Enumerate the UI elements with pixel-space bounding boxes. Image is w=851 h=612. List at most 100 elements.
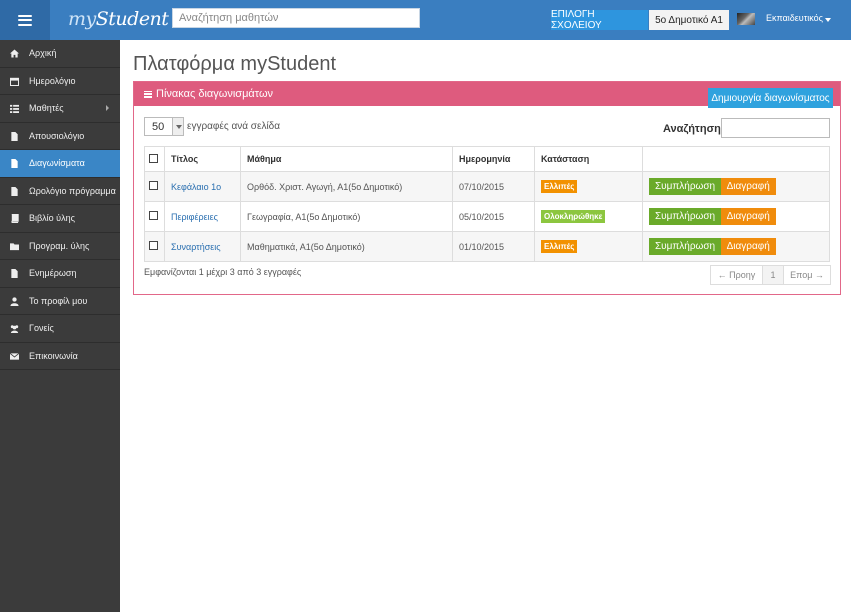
complete-button[interactable]: Συμπλήρωση <box>649 238 722 255</box>
page-length-value: 50 <box>152 120 165 133</box>
row-actions: Συμπλήρωση Διαγραφή <box>642 231 830 262</box>
column-header-status[interactable]: Κατάσταση <box>534 146 643 172</box>
delete-button[interactable]: Διαγραφή <box>720 208 776 225</box>
class-selector-button[interactable]: 5ο Δημοτικό Α1 <box>649 10 729 30</box>
sidebar-item-label: Μαθητές <box>29 103 64 114</box>
column-header-title[interactable]: Τίτλος <box>164 146 241 172</box>
pagination-page-1[interactable]: 1 <box>763 266 784 284</box>
pagination-next-button[interactable]: Επομ → <box>784 266 830 284</box>
list-icon <box>10 104 19 113</box>
hamburger-icon <box>18 14 32 26</box>
sidebar-item-absences[interactable]: Απουσιολόγιο <box>0 123 120 150</box>
sidebar: Αρχική Ημερολόγιο Μαθητές Απουσιολόγιο Δ… <box>0 40 120 612</box>
table-row: Συναρτήσεις Μαθηματικά, Α1(5ο Δημοτικό) … <box>144 231 830 262</box>
pagination-prev-button[interactable]: ← Προηγ <box>711 266 763 284</box>
column-header-date[interactable]: Ημερομηνία <box>452 146 535 172</box>
row-date: 01/10/2015 <box>452 231 535 262</box>
table-search-label: Αναζήτηση: <box>663 123 725 135</box>
sidebar-item-students[interactable]: Μαθητές <box>0 95 120 123</box>
sidebar-item-label: Ενημέρωση <box>29 268 77 279</box>
page-title: Πλατφόρμα myStudent <box>133 53 337 75</box>
sidebar-item-calendar[interactable]: Ημερολόγιο <box>0 68 120 95</box>
select-all-cell <box>144 146 165 172</box>
sidebar-item-home[interactable]: Αρχική <box>0 40 120 68</box>
sidebar-item-tests[interactable]: Διαγωνίσματα <box>0 150 120 178</box>
row-actions: Συμπλήρωση Διαγραφή <box>642 201 830 232</box>
menu-toggle-button[interactable] <box>0 0 50 40</box>
test-title-link[interactable]: Κεφάλαιο 1ο <box>171 182 221 192</box>
top-bar: myStudent ΕΠΙΛΟΓΗ ΣΧΟΛΕΙΟΥ 5ο Δημοτικό Α… <box>0 0 851 40</box>
row-checkbox[interactable] <box>149 241 158 250</box>
chevron-down-icon[interactable] <box>172 118 183 135</box>
table-info-text: Εμφανίζονται 1 μέχρι 3 από 3 εγγραφές <box>144 267 302 277</box>
row-status-cell: Ολοκληρώθηκε <box>534 201 643 232</box>
sidebar-item-label: Ωρολόγιο πρόγραμμα <box>29 185 116 196</box>
sidebar-item-label: Απουσιολόγιο <box>29 130 85 141</box>
tests-panel: Πίνακας διαγωνισμάτων Δημιουργία διαγωνί… <box>133 81 841 295</box>
sidebar-item-label: Προγραμ. ύλης <box>29 240 90 251</box>
users-icon <box>10 325 19 333</box>
table-search-input[interactable] <box>721 118 830 138</box>
file-icon <box>11 269 18 278</box>
sidebar-item-label: Επικοινωνία <box>29 350 78 361</box>
row-title-cell: Περιφέρειες <box>164 201 241 232</box>
file-icon <box>11 131 18 141</box>
row-checkbox[interactable] <box>149 181 158 190</box>
sidebar-item-parents[interactable]: Γονείς <box>0 315 120 343</box>
table-row: Κεφάλαιο 1ο Ορθόδ. Χριστ. Αγωγή, Α1(5ο Δ… <box>144 171 830 202</box>
table-header-row: Τίτλος Μάθημα Ημερομηνία Κατάσταση <box>144 146 830 172</box>
page-length-select[interactable]: 50 <box>144 117 184 136</box>
row-course: Γεωγραφία, Α1(5ο Δημοτικό) <box>240 201 453 232</box>
user-menu-name[interactable]: Εκπαιδευτικός <box>766 13 823 23</box>
row-title-cell: Συναρτήσεις <box>164 231 241 262</box>
student-search-input[interactable] <box>172 8 420 28</box>
column-header-course[interactable]: Μάθημα <box>240 146 453 172</box>
row-checkbox[interactable] <box>149 211 158 220</box>
chevron-right-icon <box>106 105 110 111</box>
create-test-button[interactable]: Δημιουργία διαγωνίσματος <box>708 88 833 108</box>
sidebar-item-profile[interactable]: Το προφίλ μου <box>0 288 120 315</box>
row-status-cell: Ελλιπές <box>534 231 643 262</box>
complete-button[interactable]: Συμπλήρωση <box>649 178 722 195</box>
test-title-link[interactable]: Περιφέρειες <box>171 212 218 222</box>
row-status-cell: Ελλιπές <box>534 171 643 202</box>
row-title-cell: Κεφάλαιο 1ο <box>164 171 241 202</box>
file-icon <box>11 186 18 196</box>
sidebar-item-label: Το προφίλ μου <box>29 295 88 306</box>
page-length-label: εγγραφές ανά σελίδα <box>187 121 281 132</box>
delete-button[interactable]: Διαγραφή <box>720 178 776 195</box>
file-icon <box>11 159 18 168</box>
row-select-cell <box>144 171 165 202</box>
app-logo[interactable]: myStudent <box>68 8 169 30</box>
row-actions: Συμπλήρωση Διαγραφή <box>642 171 830 202</box>
row-date: 05/10/2015 <box>452 201 535 232</box>
status-badge: Ελλιπές <box>541 240 578 253</box>
book-icon <box>11 214 19 223</box>
avatar[interactable] <box>737 13 755 25</box>
user-icon <box>10 296 19 306</box>
sidebar-item-label: Ημερολόγιο <box>29 75 76 86</box>
status-badge: Ολοκληρώθηκε <box>541 210 606 223</box>
row-select-cell <box>144 201 165 232</box>
sidebar-item-label: Βιβλίο ύλης <box>29 213 75 224</box>
pagination: ← Προηγ 1 Επομ → <box>710 265 831 285</box>
sidebar-item-contact[interactable]: Επικοινωνία <box>0 343 120 370</box>
row-course: Ορθόδ. Χριστ. Αγωγή, Α1(5ο Δημοτικό) <box>240 171 453 202</box>
complete-button[interactable]: Συμπλήρωση <box>649 208 722 225</box>
sidebar-item-syllabus-plan[interactable]: Προγραμ. ύλης <box>0 233 120 260</box>
sidebar-item-syllabus-book[interactable]: Βιβλίο ύλης <box>0 205 120 233</box>
home-icon <box>10 49 19 58</box>
row-date: 07/10/2015 <box>452 171 535 202</box>
select-all-checkbox[interactable] <box>149 153 158 163</box>
row-course: Μαθηματικά, Α1(5ο Δημοτικό) <box>240 231 453 262</box>
envelope-icon <box>10 352 19 360</box>
sidebar-item-updates[interactable]: Ενημέρωση <box>0 260 120 288</box>
caret-down-icon[interactable] <box>825 18 831 22</box>
panel-title: Πίνακας διαγωνισμάτων <box>156 88 274 100</box>
test-title-link[interactable]: Συναρτήσεις <box>171 242 221 252</box>
hamburger-icon <box>144 90 152 98</box>
delete-button[interactable]: Διαγραφή <box>720 238 776 255</box>
select-school-button[interactable]: ΕΠΙΛΟΓΗ ΣΧΟΛΕΙΟΥ <box>551 9 648 31</box>
table-row: Περιφέρειες Γεωγραφία, Α1(5ο Δημοτικό) 0… <box>144 201 830 232</box>
sidebar-item-timetable[interactable]: Ωρολόγιο πρόγραμμα <box>0 178 120 205</box>
